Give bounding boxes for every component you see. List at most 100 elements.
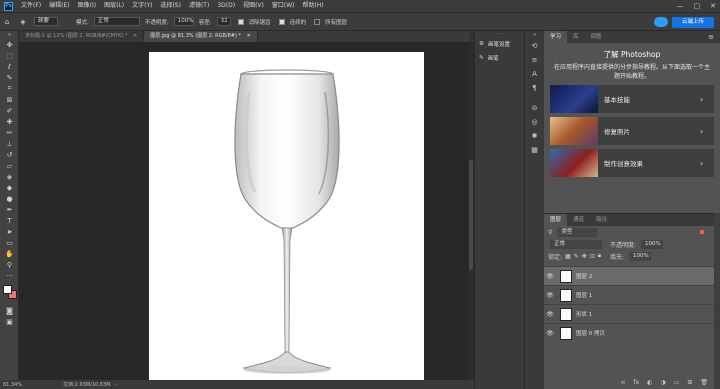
- foreground-color-swatch[interactable]: [3, 285, 12, 294]
- new-layer-icon[interactable]: ⊞: [687, 379, 692, 389]
- quick-select-tool-icon[interactable]: ✎: [0, 72, 19, 83]
- close-icon[interactable]: ✕: [133, 33, 137, 39]
- close-button[interactable]: ✕: [710, 0, 716, 12]
- delete-layer-icon[interactable]: 🗑︎: [700, 379, 708, 389]
- more-tools-icon[interactable]: ···: [0, 270, 19, 281]
- tab-channels[interactable]: 通道: [567, 214, 590, 226]
- layers-scrollbar[interactable]: [714, 213, 720, 389]
- healing-brush-tool-icon[interactable]: ✚: [0, 116, 19, 127]
- close-icon[interactable]: ✕: [247, 33, 251, 39]
- hand-tool-icon[interactable]: ✋: [0, 248, 19, 259]
- chevron-right-icon[interactable]: ›: [114, 382, 116, 388]
- mode-select[interactable]: 正常: [93, 17, 140, 26]
- filter-toggle-icon[interactable]: [700, 230, 704, 234]
- blur-tool-icon[interactable]: ◆: [0, 182, 19, 193]
- learn-card-creative-effects[interactable]: 制作创意效果 ›: [550, 149, 714, 177]
- adjustment-layer-icon[interactable]: ◑: [660, 379, 665, 389]
- tab-libraries[interactable]: 库: [567, 31, 585, 43]
- learn-card-basic-skills[interactable]: 基本技能 ›: [550, 85, 714, 113]
- brush-settings-panel-button[interactable]: ⚙ 画笔设置: [475, 37, 524, 51]
- panel-menu-icon[interactable]: ≡: [708, 31, 720, 43]
- frame-tool-icon[interactable]: ⊠: [0, 94, 19, 105]
- clone-stamp-tool-icon[interactable]: ⊥: [0, 138, 19, 149]
- marquee-tool-icon[interactable]: ⬚: [0, 50, 19, 61]
- pen-tool-icon[interactable]: ✒: [0, 204, 19, 215]
- anti-alias-checkbox[interactable]: [237, 18, 244, 25]
- visibility-eye-icon[interactable]: 👁︎: [544, 311, 556, 318]
- menu-view[interactable]: 视图(V): [239, 0, 268, 12]
- history-icon[interactable]: ⟲: [525, 39, 544, 53]
- visibility-eye-icon[interactable]: 👁︎: [544, 273, 556, 280]
- menu-file[interactable]: 文件(F): [17, 0, 45, 12]
- lock-pixels-icon[interactable]: ▦: [565, 253, 571, 260]
- tab-learn[interactable]: 学习: [544, 31, 568, 43]
- share-button[interactable]: 云端上传: [672, 17, 714, 28]
- brush-tool-icon[interactable]: ✏: [0, 127, 19, 138]
- layer-row[interactable]: 👁︎ 图层 0 拷贝: [544, 323, 714, 342]
- layer-row[interactable]: 👁︎ 图层 2: [544, 266, 714, 285]
- link-layers-icon[interactable]: ∞: [621, 379, 626, 389]
- lock-move-icon[interactable]: ✥: [582, 253, 587, 260]
- layer-style-icon[interactable]: fx: [634, 379, 640, 389]
- add-mask-icon[interactable]: ◐: [647, 379, 652, 389]
- lock-artboard-icon[interactable]: ⊡: [590, 253, 595, 260]
- contiguous-checkbox[interactable]: [278, 18, 285, 25]
- move-tool-icon[interactable]: ✥: [0, 39, 19, 50]
- minimize-button[interactable]: —: [677, 0, 684, 12]
- layer-row[interactable]: 👁︎ 图层 1: [544, 285, 714, 304]
- tab-layers[interactable]: 图层: [544, 214, 568, 226]
- document-tab[interactable]: 未标题-1 @ 11% (图层 2, RGB/8#/CMYK) * ✕: [19, 31, 145, 42]
- swatches-icon[interactable]: ▦: [525, 143, 544, 157]
- character-icon[interactable]: A: [525, 67, 544, 81]
- screen-mode-icon[interactable]: ▣: [0, 316, 19, 327]
- quick-mask-icon[interactable]: ◙: [0, 305, 19, 316]
- cloud-icon[interactable]: [654, 17, 668, 27]
- layer-opacity-input[interactable]: 100%: [641, 239, 664, 249]
- blend-mode-select[interactable]: 正常: [550, 239, 602, 249]
- opacity-input[interactable]: 100%: [173, 17, 194, 26]
- eyedropper-tool-icon[interactable]: ✐: [0, 105, 19, 116]
- color-swatches[interactable]: [0, 285, 18, 305]
- type-tool-icon[interactable]: T: [0, 215, 19, 226]
- zoom-tool-icon[interactable]: ⚲: [0, 259, 19, 270]
- lasso-tool-icon[interactable]: ℓ: [0, 61, 19, 72]
- visibility-eye-icon[interactable]: 👁︎: [544, 292, 556, 299]
- tab-adjustments[interactable]: 调整: [585, 31, 608, 43]
- layer-row[interactable]: 👁︎ 形状 1: [544, 304, 714, 323]
- tolerance-input[interactable]: 32: [216, 17, 231, 26]
- menu-layer[interactable]: 图层(L): [100, 0, 128, 12]
- menu-edit[interactable]: 编辑(E): [45, 0, 73, 12]
- menu-3d[interactable]: 3D(D): [213, 0, 239, 12]
- shape-tool-icon[interactable]: ▭: [0, 237, 19, 248]
- color-icon[interactable]: ✺: [525, 129, 544, 143]
- tab-paths[interactable]: 路径: [590, 214, 613, 226]
- new-group-icon[interactable]: ▭: [674, 379, 680, 389]
- lock-brush-icon[interactable]: ✎: [574, 253, 579, 260]
- fill-input[interactable]: 100%: [629, 251, 652, 261]
- paint-bucket-tool-icon[interactable]: ◈: [14, 16, 32, 27]
- brushes-panel-button[interactable]: ✎ 画笔: [475, 51, 524, 65]
- paragraph-icon[interactable]: ¶: [525, 81, 544, 95]
- maximize-button[interactable]: ▢: [694, 0, 701, 12]
- menu-help[interactable]: 帮助(H): [299, 0, 328, 12]
- collapse-icon[interactable]: »: [0, 31, 19, 39]
- menu-filter[interactable]: 滤镜(T): [185, 0, 213, 12]
- fill-source-select[interactable]: 颜要: [34, 17, 58, 26]
- home-icon[interactable]: ⌂: [0, 16, 14, 27]
- scrollbar-thumb[interactable]: [469, 160, 473, 270]
- zoom-level[interactable]: 81.34%: [3, 382, 43, 388]
- path-select-tool-icon[interactable]: ➤: [0, 226, 19, 237]
- eraser-tool-icon[interactable]: ▱: [0, 160, 19, 171]
- visibility-eye-icon[interactable]: 👁︎: [544, 330, 556, 337]
- menu-window[interactable]: 窗口(W): [268, 0, 299, 12]
- properties-icon[interactable]: ≡: [525, 53, 544, 67]
- channels-icon[interactable]: ◎: [525, 115, 544, 129]
- dodge-tool-icon[interactable]: ●: [0, 193, 19, 204]
- learn-card-fix-photo[interactable]: 修复照片 ›: [550, 117, 714, 145]
- menu-type[interactable]: 文字(Y): [128, 0, 156, 12]
- document-canvas[interactable]: [149, 52, 424, 380]
- history-brush-tool-icon[interactable]: ↺: [0, 149, 19, 160]
- crop-tool-icon[interactable]: ⌗: [0, 83, 19, 94]
- menu-select[interactable]: 选择(S): [156, 0, 185, 12]
- menu-image[interactable]: 图像(I): [74, 0, 100, 12]
